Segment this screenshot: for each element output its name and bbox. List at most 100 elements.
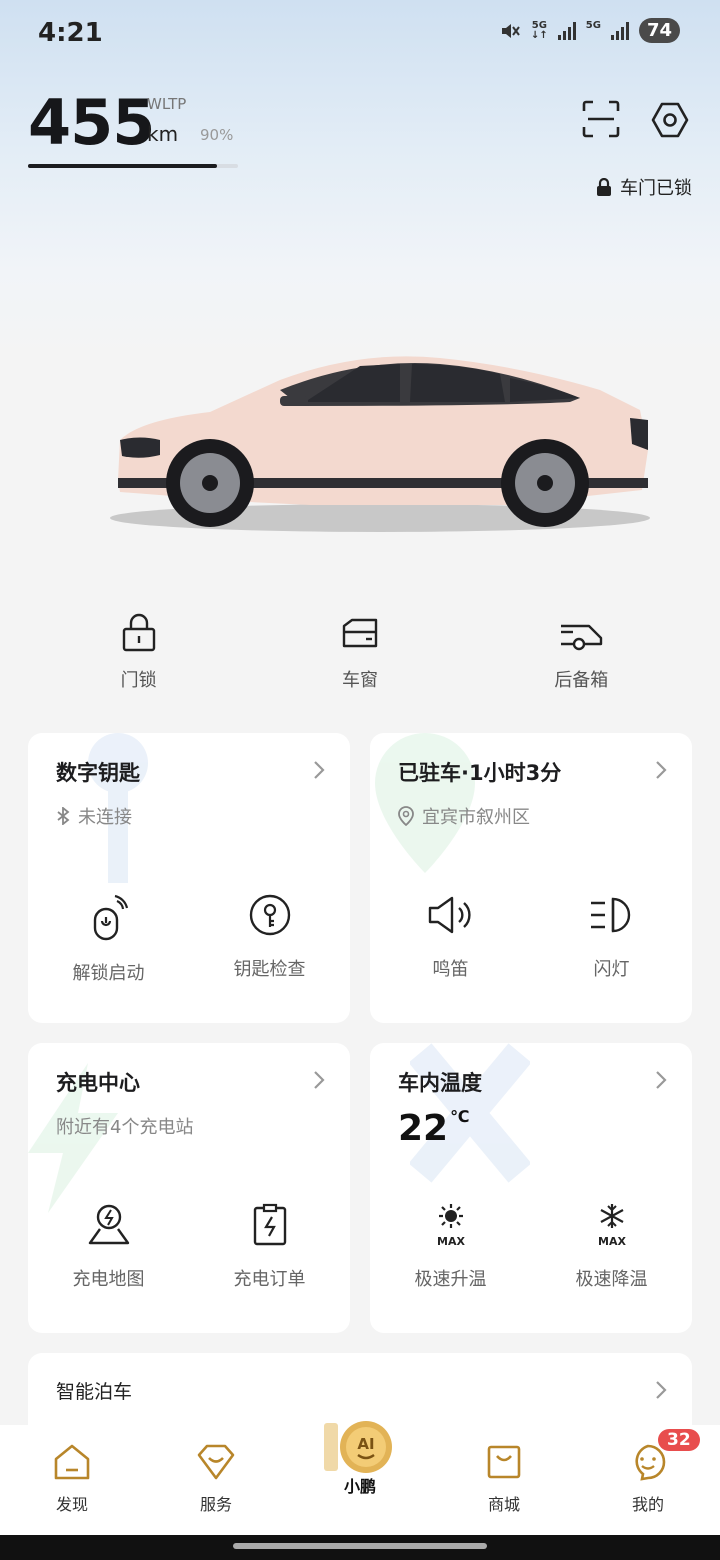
parking-actions: 鸣笛 闪灯	[370, 893, 692, 981]
max-cool-icon: MAX	[598, 1204, 626, 1247]
location-pin-icon	[398, 806, 414, 826]
bottom-nav: 发现 服务 AI 小鹏 商城 我的 32	[0, 1421, 720, 1535]
signal-bars-2-icon	[610, 21, 629, 40]
door-lock-status-text: 车门已锁	[620, 178, 692, 199]
nav-discover[interactable]: 发现	[0, 1425, 144, 1535]
key-check-label: 钥匙检查	[233, 959, 306, 980]
door-lock-status: 车门已锁	[596, 174, 692, 200]
quick-window-label: 车窗	[341, 670, 378, 691]
max-cool-button[interactable]: MAX 极速降温	[531, 1203, 692, 1291]
digital-key-actions: 解锁启动 钥匙检查	[28, 893, 350, 985]
home-indicator-bar[interactable]	[233, 1543, 487, 1549]
max-heat-icon: MAX	[437, 1204, 465, 1247]
charging-map-button[interactable]: 充电地图	[28, 1203, 189, 1291]
max-heat-label: 极速升温	[414, 1269, 487, 1290]
nav-shop-label: 商城	[487, 1495, 520, 1514]
cabin-temperature: 22 ℃	[398, 1107, 469, 1149]
battery-indicator: 74	[638, 18, 680, 43]
signal-bars-1-icon	[557, 21, 576, 40]
window-icon	[342, 618, 378, 648]
range-bar-fill	[28, 164, 217, 168]
charging-order-label: 充电订单	[233, 1269, 306, 1290]
horn-icon	[428, 896, 471, 934]
nav-service-label: 服务	[199, 1495, 232, 1514]
chevron-right-icon	[656, 1381, 667, 1399]
status-bar: 4:21 5G ↓↑ 5G 74	[0, 0, 720, 70]
digital-key-title: 数字钥匙	[56, 761, 140, 785]
max-heat-button[interactable]: MAX 极速升温	[370, 1203, 531, 1291]
climate-card[interactable]: 车内温度 22 ℃ MAX 极速升温 MAX 极速降温	[370, 1043, 692, 1333]
home-icon	[54, 1444, 90, 1480]
car-image	[110, 356, 650, 532]
bluetooth-icon	[57, 807, 70, 825]
parking-title: 已驻车·1小时3分	[398, 761, 562, 785]
remote-unlock-button[interactable]: 解锁启动	[28, 893, 189, 985]
key-check-icon	[249, 894, 290, 936]
nav-shop[interactable]: 商城	[432, 1425, 576, 1535]
charging-map-icon	[88, 1204, 129, 1245]
digital-key-status: 未连接	[56, 803, 132, 829]
network-5g-1: 5G ↓↑	[531, 19, 548, 41]
flash-lights-label: 闪灯	[593, 959, 630, 980]
nav-profile[interactable]: 我的 32	[576, 1425, 720, 1535]
chevron-right-icon	[314, 1071, 325, 1089]
network-5g-2: 5G	[585, 19, 601, 31]
quick-controls: 门锁 车窗 后备箱	[28, 612, 692, 707]
nav-xpeng[interactable]: AI 小鹏	[288, 1421, 432, 1535]
cabin-temperature-value: 22	[398, 1108, 449, 1149]
max-cool-badge: MAX	[598, 1235, 626, 1247]
nav-xpeng-label: 小鹏	[343, 1477, 376, 1496]
flash-lights-button[interactable]: 闪灯	[531, 893, 692, 981]
service-icon	[197, 1444, 235, 1480]
climate-actions: MAX 极速升温 MAX 极速降温	[370, 1203, 692, 1291]
battery-percent: 90%	[200, 126, 234, 144]
range-value: 455	[28, 86, 155, 159]
remote-unlock-label: 解锁启动	[72, 963, 145, 984]
max-cool-label: 极速降温	[575, 1269, 648, 1290]
lock-small-icon	[597, 178, 611, 196]
digital-key-card[interactable]: 数字钥匙 未连接 解锁启动 钥匙检查	[28, 733, 350, 1023]
key-check-button[interactable]: 钥匙检查	[189, 893, 350, 985]
shop-icon	[487, 1445, 521, 1479]
quick-trunk-label: 后备箱	[554, 670, 609, 691]
chevron-right-icon	[656, 761, 667, 779]
range-standard: WLTP	[147, 95, 187, 113]
charging-order-button[interactable]: 充电订单	[189, 1203, 350, 1291]
quick-trunk[interactable]: 后备箱	[471, 612, 692, 707]
charging-order-icon	[253, 1203, 286, 1246]
climate-title: 车内温度	[398, 1071, 482, 1095]
status-time: 4:21	[38, 18, 103, 48]
digital-key-status-text: 未连接	[78, 807, 132, 828]
home-indicator	[0, 1535, 720, 1560]
scan-icon[interactable]	[582, 100, 620, 138]
xpeng-ai-text: AI	[357, 1435, 374, 1453]
range-unit: km	[147, 122, 179, 146]
horn-label: 鸣笛	[432, 959, 469, 980]
horn-button[interactable]: 鸣笛	[370, 893, 531, 981]
quick-window[interactable]: 车窗	[249, 612, 470, 707]
trunk-icon	[561, 624, 603, 651]
headlight-icon	[590, 897, 630, 933]
chevron-right-icon	[314, 761, 325, 779]
nav-service[interactable]: 服务	[144, 1425, 288, 1535]
charging-actions: 充电地图 充电订单	[28, 1203, 350, 1291]
range-bar	[28, 164, 238, 168]
quick-door-lock-label: 门锁	[120, 670, 157, 691]
parking-location-text: 宜宾市叙州区	[422, 807, 530, 828]
settings-icon[interactable]	[650, 100, 690, 140]
remote-unlock-icon	[93, 894, 128, 941]
xpeng-ai-icon: AI	[324, 1421, 392, 1473]
nav-discover-label: 发现	[55, 1495, 88, 1514]
charging-title: 充电中心	[56, 1071, 140, 1095]
notification-badge: 32	[658, 1429, 700, 1451]
smart-parking-title: 智能泊车	[56, 1381, 133, 1403]
parking-location: 宜宾市叙州区	[398, 803, 530, 829]
cabin-temperature-unit: ℃	[450, 1107, 470, 1126]
nav-profile-label: 我的	[631, 1495, 664, 1514]
quick-door-lock[interactable]: 门锁	[28, 612, 249, 707]
chevron-right-icon	[656, 1071, 667, 1089]
charging-map-label: 充电地图	[72, 1269, 145, 1290]
charging-card[interactable]: 充电中心 附近有4个充电站 充电地图 充电订单	[28, 1043, 350, 1333]
parking-card[interactable]: 已驻车·1小时3分 宜宾市叙州区 鸣笛 闪灯	[370, 733, 692, 1023]
max-heat-badge: MAX	[437, 1235, 465, 1247]
